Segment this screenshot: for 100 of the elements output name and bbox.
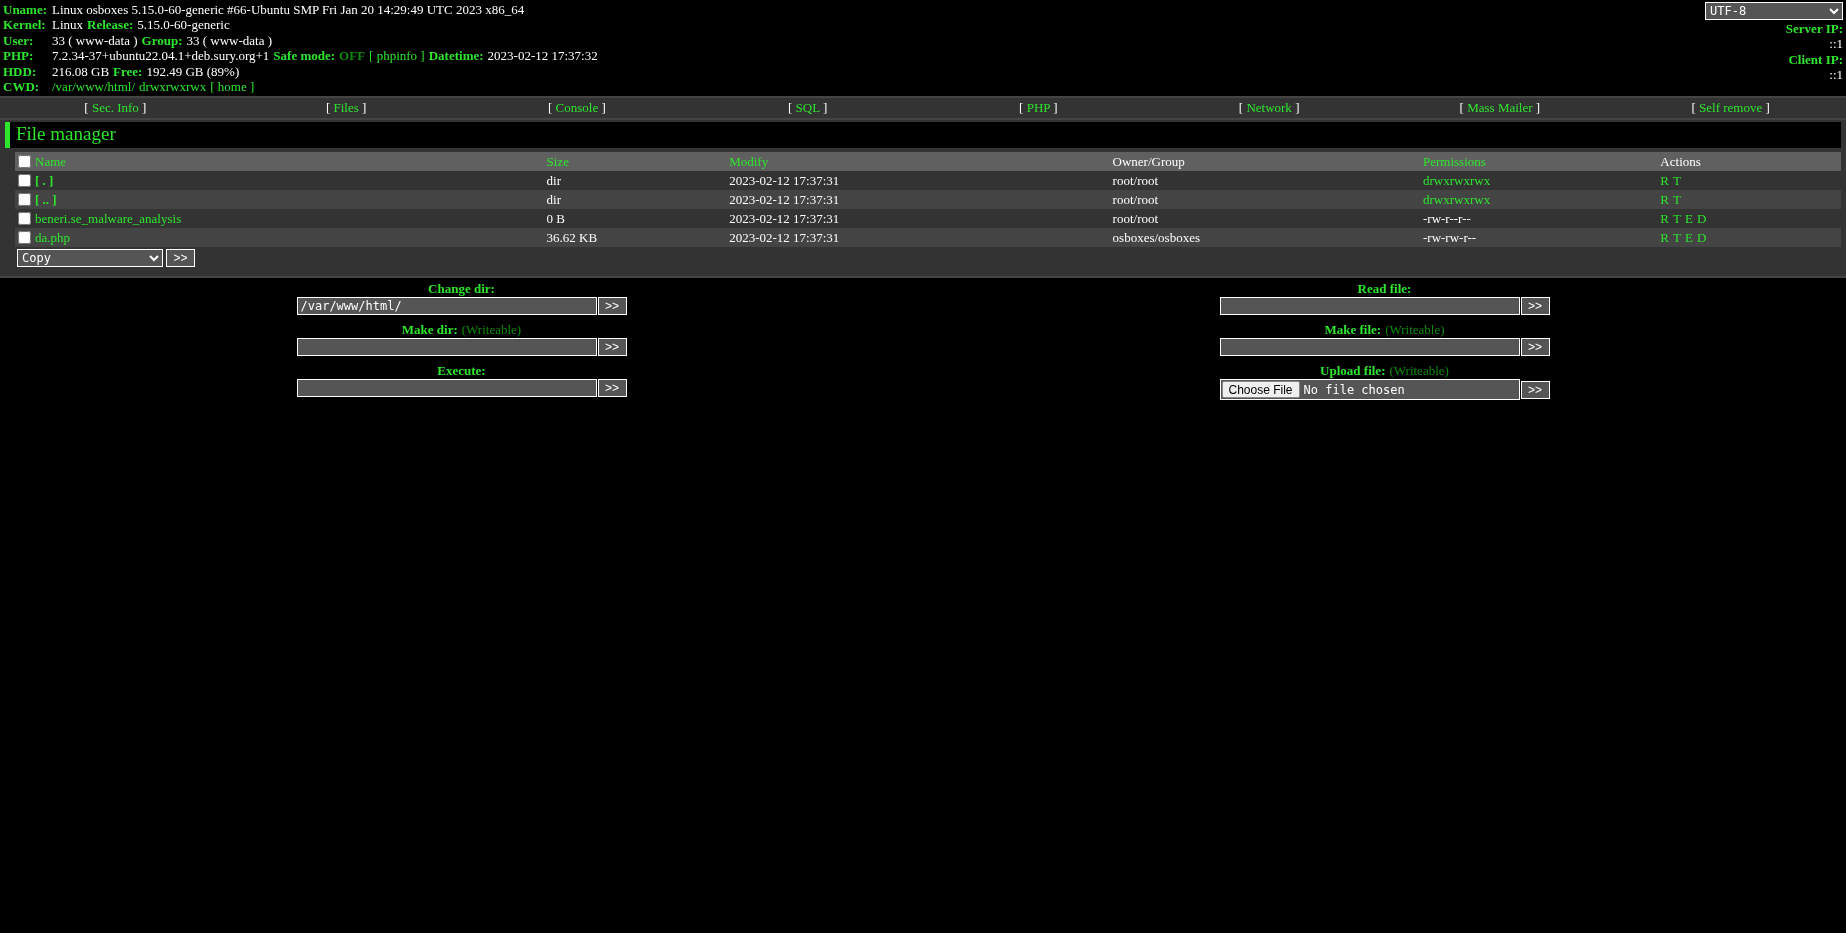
info-label: CWD:: [3, 79, 41, 95]
action-link[interactable]: R: [1660, 191, 1670, 208]
action-link[interactable]: T: [1673, 191, 1681, 208]
info-label: Free:: [113, 63, 143, 80]
menu-link[interactable]: Sec. Info: [91, 100, 139, 116]
permissions-link[interactable]: -rw-rw-r--: [1423, 229, 1477, 245]
info-value: Linux osboxes 5.15.0-60-generic #66-Ubuntu SMP Fri Jan 20 14:29:49 UTC 2023 x86_64: [52, 2, 525, 18]
folder-link[interactable]: [ .. ]: [35, 191, 57, 207]
info-label: Kernel:: [3, 17, 47, 33]
writeable-note: (Writeable): [461, 323, 522, 338]
form-label: Make dir:: [401, 323, 458, 338]
action-link[interactable]: T: [1673, 172, 1681, 189]
submit-button[interactable]: >>: [1520, 381, 1550, 400]
bracket: [: [325, 100, 331, 116]
form-label: Execute:: [437, 364, 486, 379]
select-all-checkbox[interactable]: [18, 154, 31, 168]
row-checkbox[interactable]: [18, 192, 31, 206]
table-cell: 2023-02-12 17:37:31: [729, 210, 840, 226]
submit-button[interactable]: >>: [1520, 338, 1550, 357]
row-checkbox[interactable]: [18, 173, 31, 187]
action-link[interactable]: D: [1696, 210, 1707, 227]
info-link[interactable]: [ home ]: [210, 79, 255, 95]
menu-link[interactable]: SQL: [795, 100, 820, 116]
input-field[interactable]: [1219, 297, 1520, 316]
info-value: 2023-02-12 17:37:32: [487, 48, 598, 64]
table-cell: 0 B: [546, 210, 565, 226]
menu-link[interactable]: Self remove: [1699, 100, 1763, 116]
info-value: 33 ( www-data ): [186, 32, 273, 49]
file-status: No file chosen: [1303, 382, 1405, 397]
column-header[interactable]: Modify: [729, 153, 769, 169]
file-input-field[interactable]: Choose File No file chosen: [1219, 379, 1520, 401]
menu-link[interactable]: Network: [1246, 100, 1292, 116]
action-link[interactable]: R: [1660, 229, 1670, 246]
info-label: Release:: [87, 17, 134, 33]
bracket: [: [84, 100, 89, 116]
info-link[interactable]: [ phpinfo ]: [369, 48, 425, 64]
table-cell: 36.62 KB: [546, 229, 598, 245]
writeable-note: (Writeable): [1389, 364, 1449, 379]
info-label: Group:: [141, 32, 183, 49]
table-cell: root/root: [1112, 172, 1159, 188]
action-link[interactable]: T: [1673, 210, 1681, 227]
action-link[interactable]: R: [1660, 172, 1670, 189]
action-link[interactable]: R: [1660, 210, 1670, 227]
input-field[interactable]: /var/www/html/: [296, 297, 597, 316]
bracket: [: [788, 100, 793, 116]
charset-select[interactable]: UTF-8: [1705, 2, 1843, 20]
table-cell: 2023-02-12 17:37:31: [729, 229, 840, 245]
table-cell: root/root: [1112, 191, 1159, 207]
table-cell: 2023-02-12 17:37:31: [729, 191, 840, 207]
form-label: Upload file:: [1320, 364, 1386, 379]
action-link[interactable]: D: [1696, 229, 1707, 246]
bracket: [: [1691, 100, 1696, 116]
bracket: [: [547, 100, 553, 116]
bracket: ]: [362, 100, 367, 116]
bracket: ]: [1053, 100, 1058, 116]
menu-link[interactable]: Mass Mailer: [1467, 100, 1533, 116]
column-header: Actions: [1660, 153, 1701, 169]
submit-button[interactable]: >>: [1520, 297, 1550, 316]
info-label: User:: [3, 32, 35, 49]
input-field[interactable]: [1219, 338, 1520, 357]
column-header[interactable]: Name: [35, 153, 67, 169]
input-field[interactable]: [296, 379, 597, 398]
table-cell: root/root: [1112, 210, 1159, 226]
info-link[interactable]: /var/www/html/: [52, 79, 136, 95]
action-link[interactable]: E: [1685, 229, 1693, 246]
submit-button[interactable]: >>: [597, 379, 627, 398]
menu-link[interactable]: PHP: [1026, 100, 1051, 116]
form-label: Read file:: [1357, 282, 1412, 297]
table-cell: osboxes/osboxes: [1112, 229, 1200, 245]
info-value: Linux: [52, 17, 84, 33]
row-checkbox[interactable]: [18, 230, 31, 244]
action-link[interactable]: T: [1673, 229, 1681, 246]
folder-link[interactable]: [ . ]: [35, 172, 54, 188]
bracket: [: [1238, 100, 1244, 116]
bracket: [: [1459, 100, 1464, 116]
file-link[interactable]: beneri.se_malware_analysis: [35, 210, 182, 226]
submit-button[interactable]: >>: [597, 297, 627, 316]
info-label: PHP:: [3, 48, 35, 64]
info-value: 5.15.0-60-generic: [137, 17, 230, 33]
action-select[interactable]: Copy: [17, 249, 163, 268]
permissions-link[interactable]: -rw-r--r--: [1423, 210, 1471, 226]
choose-file-button[interactable]: Choose File: [1221, 381, 1300, 399]
section-title: File manager: [5, 122, 1841, 149]
action-link[interactable]: E: [1685, 210, 1693, 227]
info-value: 192.49 GB (89%): [146, 63, 240, 80]
server-ip-value: ::1: [1829, 36, 1843, 52]
file-link[interactable]: da.php: [35, 229, 71, 245]
table-cell: dir: [546, 191, 561, 207]
input-field[interactable]: [296, 338, 597, 357]
permissions-link[interactable]: drwxrwxrwx: [1423, 191, 1491, 207]
permissions-link[interactable]: drwxrwxrwx: [1423, 172, 1491, 188]
menu-link[interactable]: Files: [333, 100, 359, 116]
menu-link[interactable]: Console: [555, 100, 599, 116]
form-label: Change dir:: [428, 282, 495, 297]
row-checkbox[interactable]: [18, 211, 31, 225]
column-header[interactable]: Size: [546, 153, 569, 169]
info-link[interactable]: drwxrwxrwx: [139, 79, 207, 95]
submit-button[interactable]: >>: [597, 338, 627, 357]
submit-button[interactable]: >>: [166, 249, 195, 268]
client-ip-value: ::1: [1829, 67, 1843, 83]
